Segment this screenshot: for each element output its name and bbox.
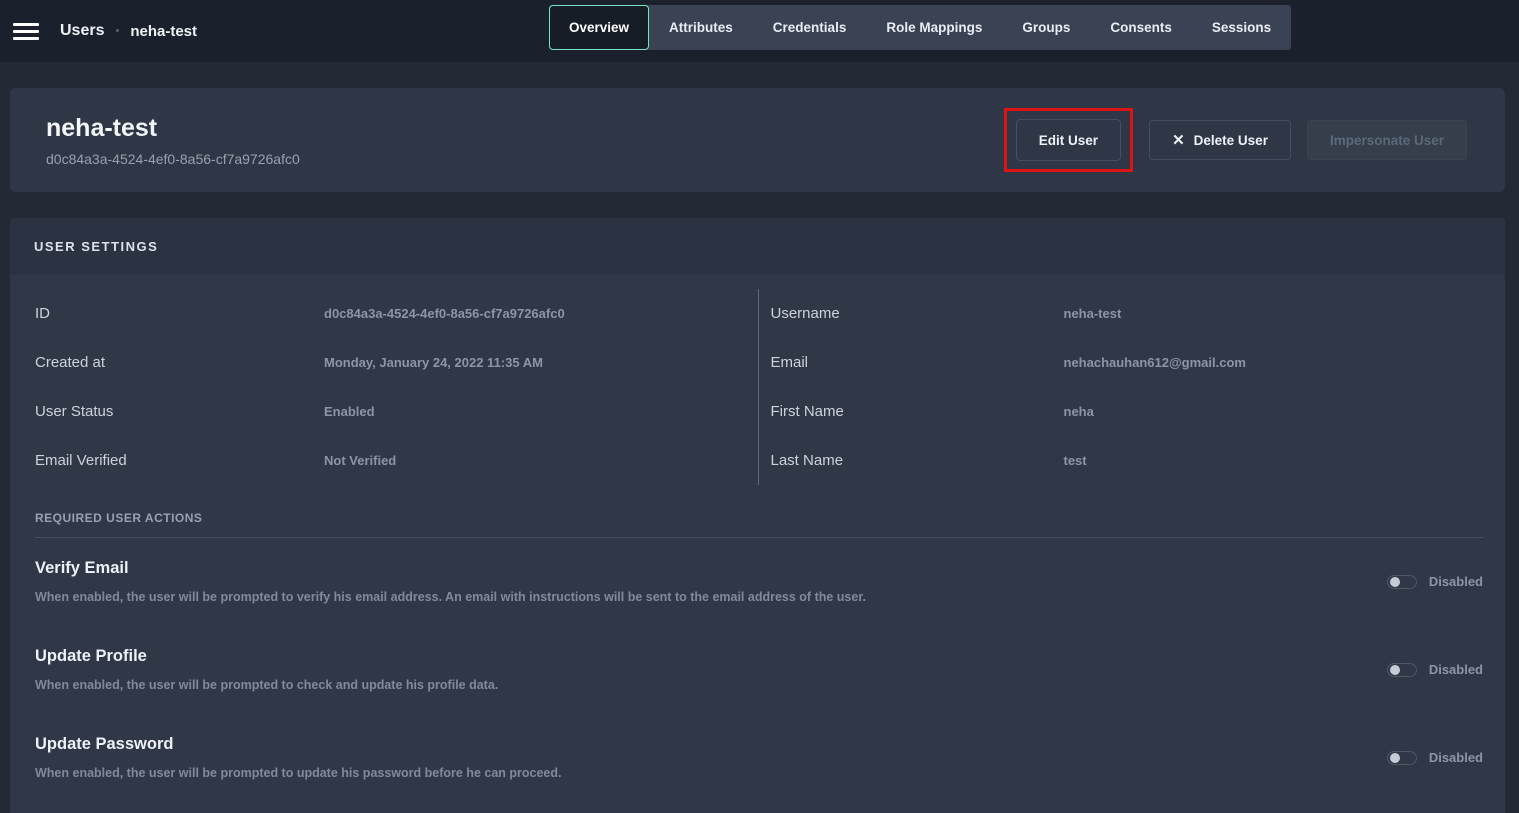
user-id-subtitle: d0c84a3a-4524-4ef0-8a56-cf7a9726afc0 <box>46 151 300 167</box>
action-update-profile: Update Profile When enabled, the user wi… <box>35 626 1483 714</box>
field-label: Created at <box>35 354 324 371</box>
menu-icon[interactable] <box>13 23 39 40</box>
action-title: Update Profile <box>35 647 498 666</box>
field-value: Monday, January 24, 2022 11:35 AM <box>324 355 758 370</box>
field-label: User Status <box>35 403 324 420</box>
topbar: Users • neha-test Overview Attributes Cr… <box>0 0 1519 62</box>
action-title: Verify Email <box>35 559 866 578</box>
action-text-block: Update Password When enabled, the user w… <box>35 735 561 780</box>
field-email-verified: Email Verified Not Verified <box>10 436 758 485</box>
field-label: Email Verified <box>35 452 324 469</box>
page-title: neha-test <box>46 114 300 143</box>
field-value: d0c84a3a-4524-4ef0-8a56-cf7a9726afc0 <box>324 306 758 321</box>
update-password-toggle-group: Disabled <box>1387 750 1483 765</box>
tab-overview[interactable]: Overview <box>549 5 649 50</box>
action-verify-email: Verify Email When enabled, the user will… <box>35 538 1483 626</box>
action-description: When enabled, the user will be prompted … <box>35 766 561 780</box>
annotation-highlight-rect: Edit User <box>1004 108 1133 172</box>
tab-attributes[interactable]: Attributes <box>649 5 753 50</box>
toggle-state-label: Disabled <box>1429 574 1483 589</box>
required-user-actions-section: REQUIRED USER ACTIONS Verify Email When … <box>10 511 1505 802</box>
update-profile-toggle[interactable] <box>1387 663 1417 677</box>
breadcrumb-separator-icon: • <box>115 25 119 37</box>
action-title: Update Password <box>35 735 561 754</box>
action-update-password: Update Password When enabled, the user w… <box>35 714 1483 802</box>
action-description: When enabled, the user will be prompted … <box>35 590 866 604</box>
action-text-block: Verify Email When enabled, the user will… <box>35 559 866 604</box>
field-user-status: User Status Enabled <box>10 387 758 436</box>
delete-user-button[interactable]: ✕ Delete User <box>1149 120 1291 160</box>
field-label: First Name <box>771 403 1064 420</box>
field-value: Not Verified <box>324 453 758 468</box>
user-settings-header: USER SETTINGS <box>10 218 1505 275</box>
verify-email-toggle-group: Disabled <box>1387 574 1483 589</box>
settings-column-left: ID d0c84a3a-4524-4ef0-8a56-cf7a9726afc0 … <box>10 289 758 485</box>
field-email: Email nehachauhan612@gmail.com <box>759 338 1506 387</box>
user-overview-panel: USER SETTINGS ID d0c84a3a-4524-4ef0-8a56… <box>10 218 1505 813</box>
toggle-knob <box>1390 665 1400 675</box>
toggle-knob <box>1390 577 1400 587</box>
toggle-state-label: Disabled <box>1429 750 1483 765</box>
tab-bar: Overview Attributes Credentials Role Map… <box>549 5 1291 50</box>
field-value: test <box>1064 453 1506 468</box>
field-first-name: First Name neha <box>759 387 1506 436</box>
field-label: Last Name <box>771 452 1064 469</box>
field-label: Username <box>771 305 1064 322</box>
action-description: When enabled, the user will be prompted … <box>35 678 498 692</box>
tab-credentials[interactable]: Credentials <box>753 5 867 50</box>
impersonate-user-button[interactable]: Impersonate User <box>1307 120 1467 160</box>
tab-consents[interactable]: Consents <box>1090 5 1192 50</box>
tab-groups[interactable]: Groups <box>1002 5 1090 50</box>
edit-user-button[interactable]: Edit User <box>1016 119 1121 161</box>
field-label: ID <box>35 305 324 322</box>
update-password-toggle[interactable] <box>1387 751 1417 765</box>
header-actions: Edit User ✕ Delete User Impersonate User <box>1004 108 1467 172</box>
close-icon: ✕ <box>1172 131 1185 149</box>
user-title-block: neha-test d0c84a3a-4524-4ef0-8a56-cf7a97… <box>46 114 300 167</box>
action-text-block: Update Profile When enabled, the user wi… <box>35 647 498 692</box>
field-created-at: Created at Monday, January 24, 2022 11:3… <box>10 338 758 387</box>
field-value: nehachauhan612@gmail.com <box>1064 355 1506 370</box>
user-settings-grid: ID d0c84a3a-4524-4ef0-8a56-cf7a9726afc0 … <box>10 275 1505 497</box>
toggle-knob <box>1390 753 1400 763</box>
field-value: neha <box>1064 404 1506 419</box>
user-settings-title: USER SETTINGS <box>34 239 158 254</box>
field-username: Username neha-test <box>759 289 1506 338</box>
field-value: Enabled <box>324 404 758 419</box>
field-value: neha-test <box>1064 306 1506 321</box>
toggle-state-label: Disabled <box>1429 662 1483 677</box>
field-last-name: Last Name test <box>759 436 1506 485</box>
field-id: ID d0c84a3a-4524-4ef0-8a56-cf7a9726afc0 <box>10 289 758 338</box>
user-header-card: neha-test d0c84a3a-4524-4ef0-8a56-cf7a97… <box>10 88 1505 192</box>
tab-sessions[interactable]: Sessions <box>1192 5 1291 50</box>
tab-role-mappings[interactable]: Role Mappings <box>866 5 1002 50</box>
settings-column-right: Username neha-test Email nehachauhan612@… <box>758 289 1506 485</box>
update-profile-toggle-group: Disabled <box>1387 662 1483 677</box>
delete-user-label: Delete User <box>1194 133 1268 148</box>
field-label: Email <box>771 354 1064 371</box>
required-actions-title: REQUIRED USER ACTIONS <box>35 511 1483 525</box>
verify-email-toggle[interactable] <box>1387 575 1417 589</box>
breadcrumb-users[interactable]: Users <box>60 22 104 40</box>
breadcrumb-current-user: neha-test <box>130 23 197 40</box>
